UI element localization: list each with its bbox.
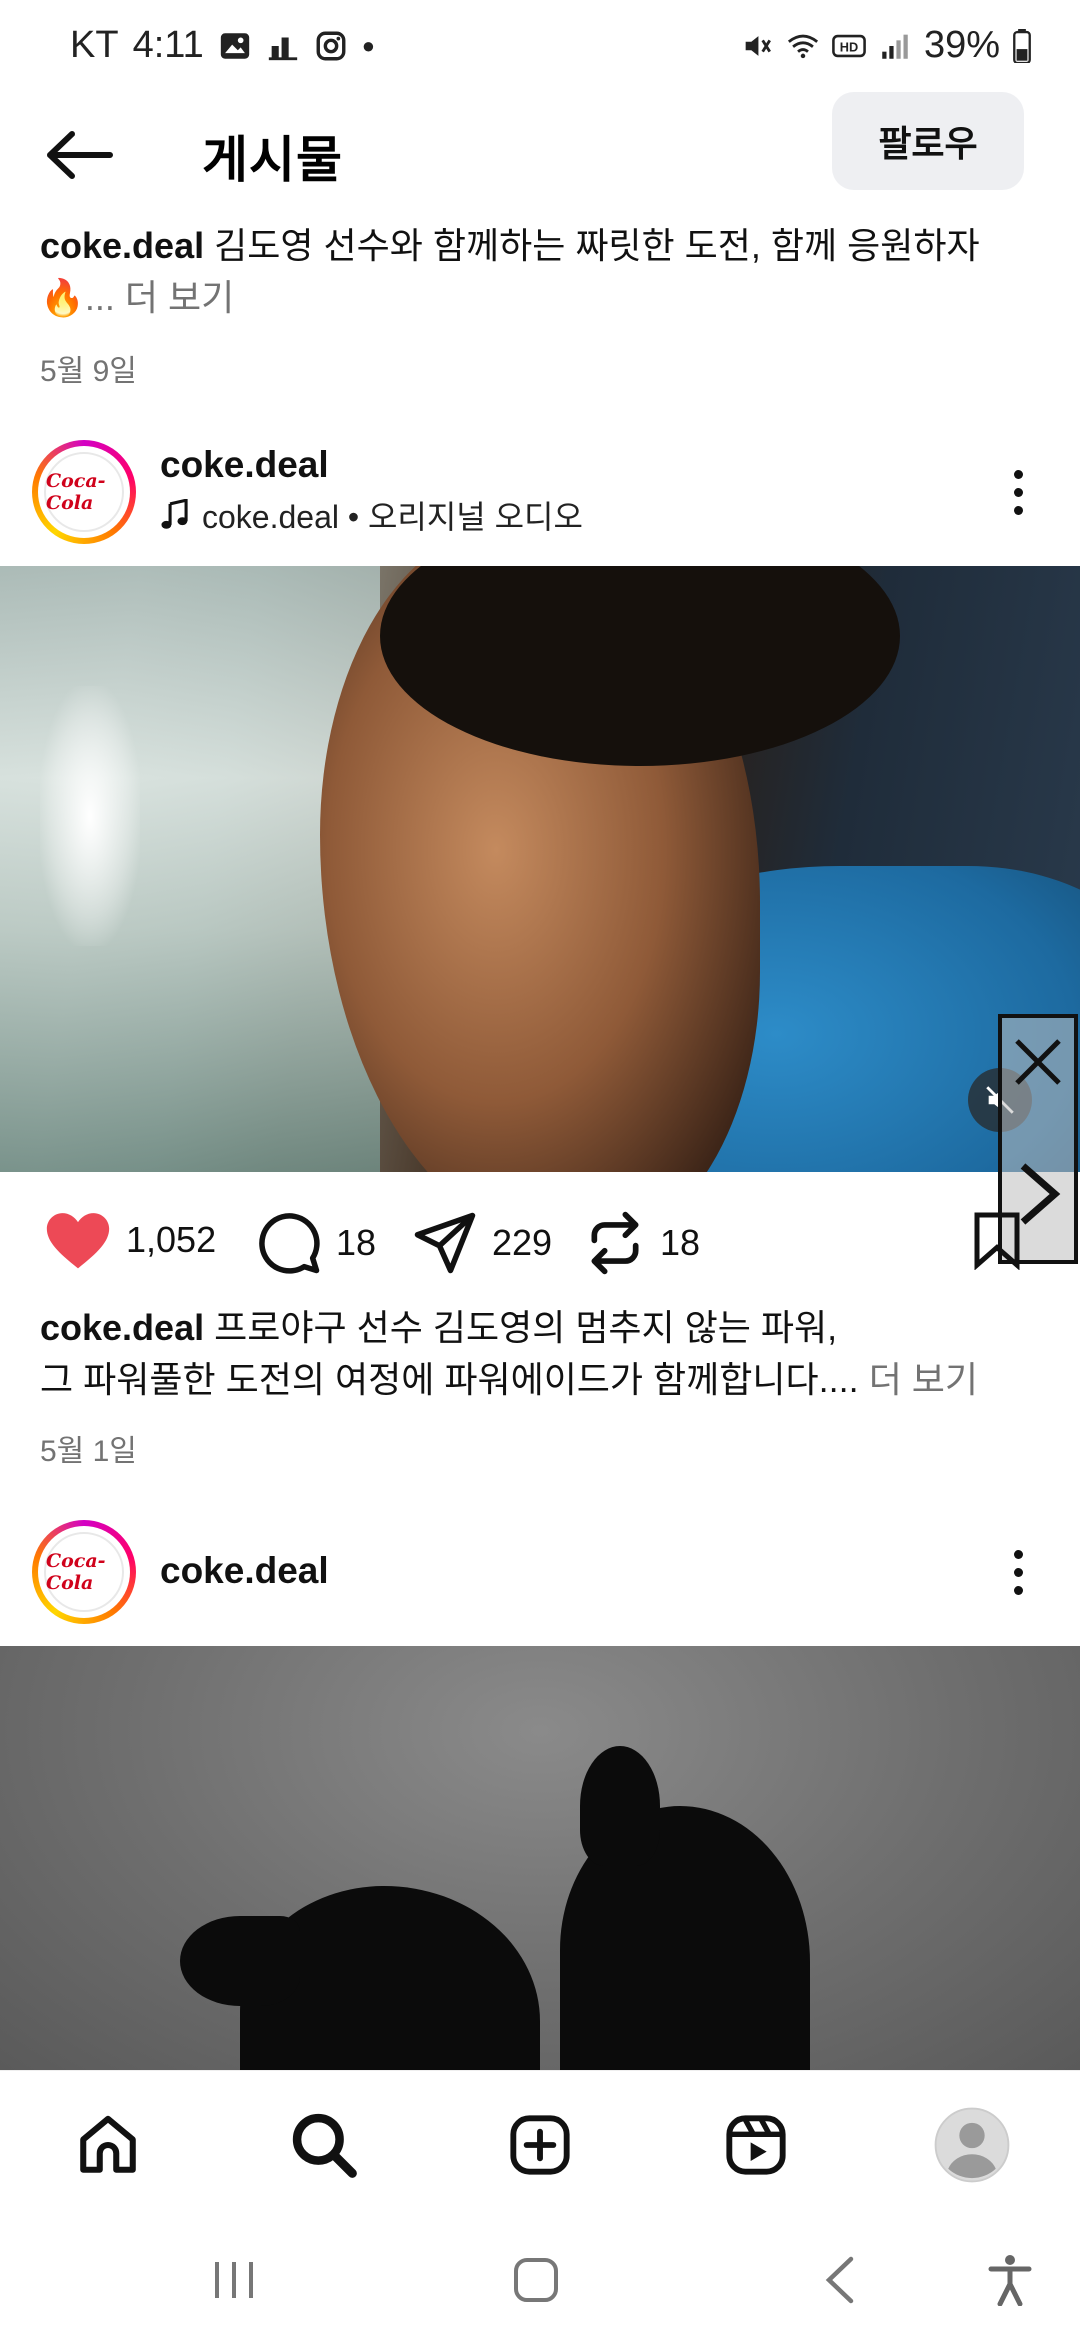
hd-icon: HD <box>832 34 866 57</box>
caption-ellipsis: ... <box>84 277 115 318</box>
save-group <box>970 1210 1024 1270</box>
post-actions: 1,052 18 229 18 <box>0 1190 1080 1290</box>
close-icon <box>1015 1039 1061 1085</box>
accessibility-button[interactable] <box>970 2250 1050 2310</box>
follow-button[interactable]: 팔로우 <box>832 92 1024 190</box>
wifi-icon <box>787 34 818 58</box>
home-icon <box>80 2115 136 2173</box>
avatar[interactable]: Coca-Cola <box>32 440 136 544</box>
chart-icon <box>268 37 297 60</box>
post-header: Coca-Cola coke.deal coke.deal • 오리지널 오디오 <box>0 440 1080 560</box>
see-more-link[interactable]: 더 보기 <box>125 277 234 318</box>
post-image[interactable] <box>0 1646 1080 2070</box>
nav-reels[interactable] <box>716 2105 796 2185</box>
post-header: Coca-Cola coke.deal <box>0 1520 1080 1640</box>
profile-icon <box>934 2107 1010 2183</box>
carrier-label: KT <box>70 24 119 66</box>
recents-icon <box>215 2262 253 2298</box>
heart-icon[interactable] <box>44 1210 112 1270</box>
send-icon[interactable] <box>412 1210 478 1276</box>
clock: 4:11 <box>132 24 204 66</box>
post-username[interactable]: coke.deal <box>160 1550 329 1592</box>
repost-count[interactable]: 18 <box>660 1222 700 1264</box>
more-options-icon[interactable] <box>996 462 1040 522</box>
share-count[interactable]: 229 <box>492 1222 552 1264</box>
post-video[interactable] <box>0 566 1080 1172</box>
svg-text:HD: HD <box>840 39 858 54</box>
back-button[interactable] <box>40 120 120 190</box>
avatar[interactable]: Coca-Cola <box>32 1520 136 1624</box>
post-username[interactable]: coke.deal <box>160 444 329 486</box>
caption-username[interactable]: coke.deal <box>40 225 204 266</box>
caption-text: 김도영 선수와 함께하는 짜릿한 도전, 함께 응원하자 <box>214 225 980 266</box>
post-date: 5월 1일 <box>40 1435 137 1468</box>
back-arrow-icon <box>47 131 113 179</box>
comment-group: 18 <box>256 1210 376 1276</box>
bookmark-icon[interactable] <box>970 1210 1024 1270</box>
back-chevron-icon <box>825 2256 854 2304</box>
battery-icon <box>1013 28 1031 63</box>
instagram-icon <box>316 31 346 60</box>
audio-label[interactable]: coke.deal • 오리지널 오디오 <box>160 492 583 538</box>
reels-icon <box>726 2115 786 2175</box>
signal-icon <box>882 34 908 59</box>
like-group: 1,052 <box>44 1210 216 1270</box>
see-more-link[interactable]: 더 보기 <box>869 1359 978 1400</box>
page-title: 게시물 <box>202 132 343 188</box>
post-caption: coke.deal 프로야구 선수 김도영의 멈추지 않는 파워, 그 파워풀한… <box>40 1302 1040 1406</box>
more-options-icon[interactable] <box>996 1542 1040 1602</box>
coca-cola-logo: Coca-Cola <box>44 1532 124 1612</box>
caption-username[interactable]: coke.deal <box>40 1307 204 1348</box>
like-count[interactable]: 1,052 <box>126 1219 216 1261</box>
coca-cola-logo: Coca-Cola <box>44 452 124 532</box>
battery-percent: 39% <box>923 24 1000 66</box>
comment-count[interactable]: 18 <box>336 1222 376 1264</box>
close-overlay-button[interactable] <box>1008 1032 1068 1092</box>
bottom-navigation <box>0 2070 1080 2210</box>
status-bar: KT 4:11 ● HD 39% <box>0 0 1080 90</box>
repost-group: 18 <box>584 1210 700 1276</box>
post-date: 5월 9일 <box>40 355 137 388</box>
nav-search[interactable] <box>284 2105 364 2185</box>
system-navigation-bar <box>0 2210 1080 2340</box>
previous-post-caption: coke.deal 김도영 선수와 함께하는 짜릿한 도전, 함께 응원하자 🔥… <box>40 220 1040 324</box>
dot-icon: ● <box>361 32 375 58</box>
create-icon <box>510 2115 570 2175</box>
comment-icon[interactable] <box>256 1210 322 1276</box>
mute-icon <box>745 35 771 56</box>
home-square-icon <box>514 2258 558 2302</box>
home-button[interactable] <box>496 2250 576 2310</box>
nav-home[interactable] <box>68 2105 148 2185</box>
search-icon <box>292 2113 357 2178</box>
repost-icon[interactable] <box>584 1210 646 1276</box>
gallery-icon <box>220 32 249 59</box>
music-note-icon <box>161 499 188 529</box>
nav-profile[interactable] <box>932 2105 1012 2185</box>
nav-create[interactable] <box>500 2105 580 2185</box>
caption-line-1: 프로야구 선수 김도영의 멈추지 않는 파워, <box>214 1307 838 1348</box>
back-button-system[interactable] <box>800 2250 880 2310</box>
recents-button[interactable] <box>194 2250 274 2310</box>
share-group: 229 <box>412 1210 552 1276</box>
caption-line-2: 그 파워풀한 도전의 여정에 파워에이드가 함께합니다.... <box>40 1359 859 1400</box>
fire-emoji: 🔥 <box>40 277 85 318</box>
accessibility-icon <box>988 2255 1032 2306</box>
